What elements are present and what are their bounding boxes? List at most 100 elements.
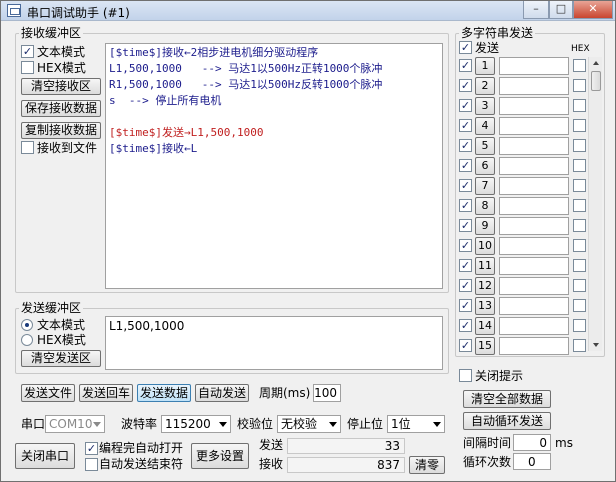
multi-row-checkbox[interactable]: ✓ (459, 319, 472, 332)
multi-row-checkbox[interactable]: ✓ (459, 59, 472, 72)
multi-row-input[interactable] (499, 137, 569, 155)
multi-row-checkbox[interactable]: ✓ (459, 139, 472, 152)
multi-row-hex-checkbox[interactable] (573, 219, 586, 232)
multi-row-checkbox[interactable]: ✓ (459, 339, 472, 352)
multi-row-checkbox[interactable]: ✓ (459, 199, 472, 212)
multi-row-hex-checkbox[interactable] (573, 159, 586, 172)
multi-row-send-button[interactable]: 2 (475, 77, 495, 95)
clear-send-button[interactable]: 清空发送区 (21, 350, 101, 367)
loop-count-input[interactable]: 0 (513, 453, 551, 470)
multi-row-input[interactable] (499, 197, 569, 215)
send-text-mode-radio[interactable] (21, 319, 33, 331)
multi-row-hex-checkbox[interactable] (573, 239, 586, 252)
multi-send-scrollbar[interactable] (588, 57, 602, 351)
multi-row-input[interactable] (499, 237, 569, 255)
multi-row-hex-checkbox[interactable] (573, 319, 586, 332)
multi-row-input[interactable] (499, 77, 569, 95)
stop-bits-select[interactable]: 1位 (387, 415, 445, 433)
multi-row-hex-checkbox[interactable] (573, 339, 586, 352)
send-enter-button[interactable]: 发送回车 (79, 384, 133, 402)
auto-open-label: 编程完自动打开 (99, 441, 184, 455)
multi-row-checkbox[interactable]: ✓ (459, 119, 472, 132)
recv-to-file-checkbox[interactable] (21, 141, 34, 154)
stop-bits-value: 1位 (391, 417, 411, 431)
multi-row-input[interactable] (499, 217, 569, 235)
multi-send-all-checkbox[interactable]: ✓ (459, 41, 472, 54)
multi-row-send-button[interactable]: 10 (475, 237, 495, 255)
clear-receive-button[interactable]: 清空接收区 (21, 78, 101, 95)
minimize-button[interactable]: – (523, 1, 549, 19)
multi-row-input[interactable] (499, 297, 569, 315)
multi-row-checkbox[interactable]: ✓ (459, 159, 472, 172)
multi-row-hex-checkbox[interactable] (573, 79, 586, 92)
multi-row-send-button[interactable]: 5 (475, 137, 495, 155)
scroll-down-icon[interactable] (593, 343, 599, 347)
multi-row-hex-checkbox[interactable] (573, 299, 586, 312)
period-input[interactable]: 100 (313, 384, 341, 402)
send-textarea[interactable]: L1,500,1000 (105, 316, 443, 370)
multi-row-input[interactable] (499, 57, 569, 75)
multi-row-hex-checkbox[interactable] (573, 279, 586, 292)
recv-text-mode-checkbox[interactable]: ✓ (21, 45, 34, 58)
multi-row-send-button[interactable]: 15 (475, 337, 495, 355)
multi-row-send-button[interactable]: 7 (475, 177, 495, 195)
multi-row-input[interactable] (499, 177, 569, 195)
multi-row-input[interactable] (499, 257, 569, 275)
multi-row-send-button[interactable]: 1 (475, 57, 495, 75)
multi-row-hex-checkbox[interactable] (573, 199, 586, 212)
receive-textarea[interactable]: [$time$]接收←2相步进电机细分驱动程序 L1,500,1000 --> … (105, 43, 443, 289)
multi-row-checkbox[interactable]: ✓ (459, 99, 472, 112)
multi-row-send-button[interactable]: 12 (475, 277, 495, 295)
scroll-up-icon[interactable] (593, 61, 599, 65)
multi-row-checkbox[interactable]: ✓ (459, 299, 472, 312)
save-receive-button[interactable]: 保存接收数据 (21, 100, 101, 117)
auto-send-button[interactable]: 自动发送 (195, 384, 249, 402)
multi-row-input[interactable] (499, 97, 569, 115)
baud-select[interactable]: 115200 (161, 415, 231, 433)
multi-row-hex-checkbox[interactable] (573, 259, 586, 272)
multi-row-input[interactable] (499, 337, 569, 355)
multi-row-send-button[interactable]: 9 (475, 217, 495, 235)
multi-row-send-button[interactable]: 13 (475, 297, 495, 315)
multi-row-checkbox[interactable]: ✓ (459, 259, 472, 272)
scroll-thumb[interactable] (591, 71, 601, 91)
multi-row-send-button[interactable]: 14 (475, 317, 495, 335)
more-settings-button[interactable]: 更多设置 (191, 443, 249, 469)
multi-row-checkbox[interactable]: ✓ (459, 219, 472, 232)
multi-row-input[interactable] (499, 277, 569, 295)
maximize-button[interactable]: □ (549, 1, 573, 19)
multi-row-checkbox[interactable]: ✓ (459, 279, 472, 292)
clear-all-data-button[interactable]: 清空全部数据 (463, 390, 551, 408)
close-port-button[interactable]: 关闭串口 (15, 443, 75, 469)
auto-end-checkbox[interactable] (85, 458, 98, 471)
port-select[interactable]: COM10 (45, 415, 105, 433)
multi-row-input[interactable] (499, 117, 569, 135)
multi-row-hex-checkbox[interactable] (573, 119, 586, 132)
multi-row-input[interactable] (499, 157, 569, 175)
copy-receive-button[interactable]: 复制接收数据 (21, 122, 101, 139)
send-file-button[interactable]: 发送文件 (21, 384, 75, 402)
recv-hex-mode-checkbox[interactable] (21, 61, 34, 74)
multi-row-send-button[interactable]: 11 (475, 257, 495, 275)
multi-row-checkbox[interactable]: ✓ (459, 239, 472, 252)
close-tip-checkbox[interactable] (459, 369, 472, 382)
multi-row-hex-checkbox[interactable] (573, 139, 586, 152)
auto-open-checkbox[interactable]: ✓ (85, 442, 98, 455)
auto-loop-send-button[interactable]: 自动循环发送 (463, 412, 551, 430)
multi-row-send-button[interactable]: 6 (475, 157, 495, 175)
send-data-button[interactable]: 发送数据 (137, 384, 191, 402)
interval-input[interactable]: 0 (513, 434, 551, 451)
multi-row-checkbox[interactable]: ✓ (459, 79, 472, 92)
multi-row-send-button[interactable]: 3 (475, 97, 495, 115)
multi-row-hex-checkbox[interactable] (573, 179, 586, 192)
multi-row-checkbox[interactable]: ✓ (459, 179, 472, 192)
send-hex-mode-radio[interactable] (21, 334, 33, 346)
multi-row-hex-checkbox[interactable] (573, 99, 586, 112)
multi-row-send-button[interactable]: 4 (475, 117, 495, 135)
close-button[interactable]: ✕ (573, 1, 613, 19)
multi-row-hex-checkbox[interactable] (573, 59, 586, 72)
multi-row-input[interactable] (499, 317, 569, 335)
clear-counts-button[interactable]: 清零 (409, 456, 445, 474)
multi-row-send-button[interactable]: 8 (475, 197, 495, 215)
parity-select[interactable]: 无校验 (277, 415, 341, 433)
